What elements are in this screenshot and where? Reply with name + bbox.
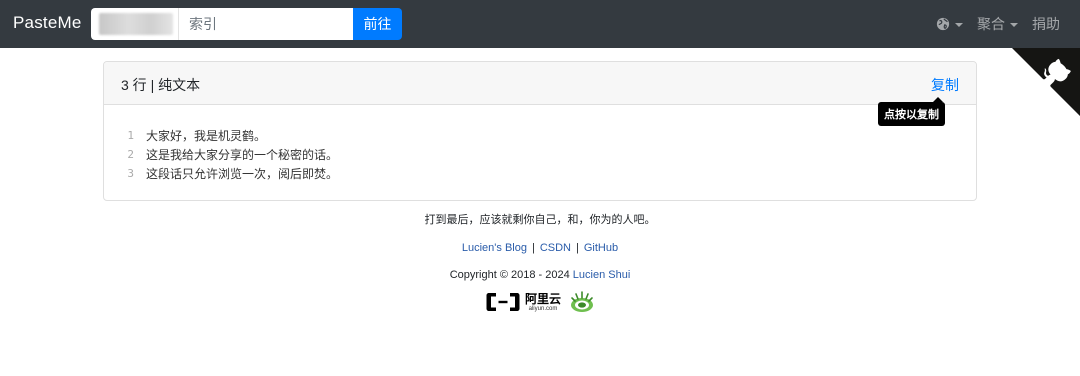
line-text: 大家好，我是机灵鹤。 xyxy=(146,129,267,143)
tooltip-text: 点按以复制 xyxy=(878,102,945,126)
aggregate-dropdown[interactable]: 聚合 xyxy=(977,14,1018,34)
chevron-down-icon xyxy=(955,22,963,27)
footer-copyright: Copyright © 2018 - 2024 Lucien Shui xyxy=(0,267,1080,283)
github-octocat-icon[interactable] xyxy=(1012,48,1080,116)
tooltip-arrow xyxy=(933,97,943,102)
paste-title: 3 行 | 纯文本 xyxy=(121,77,201,93)
footer-tagline: 打到最后，应该就剩你自己，和，你为的人吧。 xyxy=(424,214,656,226)
link-separator: | xyxy=(576,242,579,254)
footer-logos: 阿里云 aliyun.com xyxy=(0,289,1080,315)
copyright-text: Copyright © 2018 - 2024 xyxy=(449,269,570,281)
code-block: 1 大家好，我是机灵鹤。 2 这是我给大家分享的一个秘密的话。 3 这段话只允许… xyxy=(104,126,976,183)
github-link[interactable]: GitHub xyxy=(584,242,618,254)
navbar: PasteMe 前往 聚合 捐助 xyxy=(0,0,1080,48)
brand-logo[interactable]: PasteMe xyxy=(13,13,82,33)
csdn-link[interactable]: CSDN xyxy=(540,242,571,254)
chevron-down-icon xyxy=(1010,22,1018,27)
code-line: 3 这段话只允许浏览一次，阅后即焚。 xyxy=(104,164,976,183)
nav-right: 聚合 捐助 xyxy=(936,0,1060,48)
line-number: 2 xyxy=(127,148,134,161)
search-input[interactable] xyxy=(179,8,353,40)
line-number: 3 xyxy=(127,167,134,180)
paste-card: 3 行 | 纯文本 复制 点按以复制 1 大家好，我是机灵鹤。 2 这是我给大家… xyxy=(103,61,977,201)
donate-label: 捐助 xyxy=(1032,16,1060,32)
aliyun-logo[interactable]: 阿里云 aliyun.com xyxy=(485,291,561,313)
code-line: 2 这是我给大家分享的一个秘密的话。 xyxy=(104,145,976,164)
copy-tooltip: 点按以复制 xyxy=(878,97,945,126)
search-group: 前往 xyxy=(91,8,402,40)
line-text: 这是我给大家分享的一个秘密的话。 xyxy=(146,148,339,162)
donate-link[interactable]: 捐助 xyxy=(1032,14,1060,34)
go-button[interactable]: 前往 xyxy=(353,8,402,40)
search-prefix-redacted xyxy=(91,8,179,40)
line-number: 1 xyxy=(127,129,134,142)
footer-links: Lucien's Blog | CSDN | GitHub xyxy=(0,240,1080,256)
security-badge-icon[interactable] xyxy=(569,290,595,314)
aliyun-en-label: aliyun.com xyxy=(528,305,558,312)
line-text: 这段话只允许浏览一次，阅后即焚。 xyxy=(146,167,339,181)
globe-icon xyxy=(936,17,950,31)
link-separator: | xyxy=(531,242,535,254)
aliyun-icon xyxy=(486,293,520,311)
code-line: 1 大家好，我是机灵鹤。 xyxy=(104,126,976,145)
redacted-blur xyxy=(99,13,173,35)
card-header: 3 行 | 纯文本 复制 xyxy=(104,62,976,105)
language-dropdown[interactable] xyxy=(936,17,963,31)
footer: 打到最后，应该就剩你自己，和，你为的人吧。 Lucien's Blog | CSDN… xyxy=(0,212,1080,315)
aliyun-cn-label: 阿里云 xyxy=(524,291,561,306)
blog-link[interactable]: Lucien's Blog xyxy=(462,242,527,254)
aliyun-wordmark: 阿里云 aliyun.com xyxy=(525,293,561,312)
aggregate-label: 聚合 xyxy=(977,16,1005,32)
copy-button[interactable]: 复制 xyxy=(931,75,959,95)
author-link[interactable]: Lucien Shui xyxy=(573,269,631,281)
